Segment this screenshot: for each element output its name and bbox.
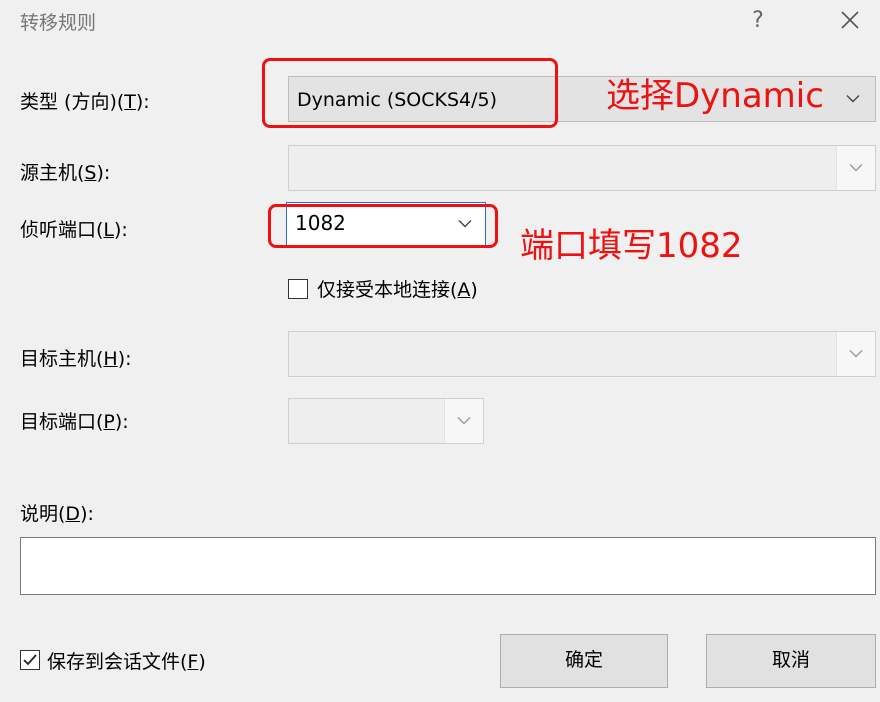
- description-input[interactable]: [20, 537, 876, 595]
- source-host-select[interactable]: [288, 145, 876, 191]
- chevron-down-icon: [849, 350, 863, 358]
- type-accesskey: T: [124, 91, 136, 113]
- description-label-suffix: ):: [80, 503, 94, 525]
- target-port-select[interactable]: [288, 398, 484, 444]
- type-highlight-box: [262, 58, 558, 128]
- type-annotation: 选择Dynamic: [606, 76, 824, 116]
- target-host-label-text: 目标主机(: [20, 348, 104, 370]
- source-host-label-suffix: ):: [96, 162, 111, 184]
- type-dropdown-button[interactable]: [831, 77, 875, 121]
- save-to-session-checkbox[interactable]: [20, 650, 40, 670]
- save-accesskey: F: [187, 651, 199, 673]
- port-annotation: 端口填写1082: [520, 226, 743, 266]
- source-host-label-text: 源主机(: [20, 162, 85, 184]
- chevron-down-icon: [849, 164, 863, 172]
- target-host-label: 目标主机(H):: [20, 344, 132, 371]
- target-port-label-text: 目标端口(: [20, 411, 104, 433]
- save-label-suffix: ): [198, 651, 206, 673]
- source-host-label: 源主机(S):: [20, 158, 110, 185]
- close-icon: [841, 11, 859, 29]
- type-label-suffix: ):: [135, 91, 150, 113]
- target-host-dropdown-button[interactable]: [836, 332, 875, 376]
- checkmark-icon: [23, 654, 37, 666]
- window-title: 转移规则: [20, 12, 97, 34]
- target-port-accesskey: P: [103, 411, 115, 433]
- cancel-button[interactable]: 取消: [706, 634, 876, 688]
- listen-port-label-text: 侦听端口(: [20, 219, 104, 241]
- save-label-text: 保存到会话文件(: [47, 651, 188, 673]
- local-only-label: 仅接受本地连接(A): [317, 275, 478, 302]
- listen-port-label-suffix: ):: [114, 219, 128, 241]
- description-label: 说明(D):: [20, 499, 94, 526]
- chevron-down-icon: [846, 95, 860, 103]
- description-label-text: 说明(: [20, 503, 66, 525]
- local-only-accesskey: A: [457, 279, 471, 301]
- chevron-down-icon: [457, 417, 471, 425]
- listen-port-accesskey: L: [103, 219, 115, 241]
- target-host-accesskey: H: [103, 348, 118, 370]
- save-to-session-label: 保存到会话文件(F): [47, 647, 206, 674]
- local-only-label-suffix: ): [470, 279, 478, 301]
- local-only-label-text: 仅接受本地连接(: [317, 279, 458, 301]
- source-host-dropdown-button[interactable]: [836, 146, 875, 190]
- ok-button[interactable]: 确定: [500, 634, 668, 688]
- target-host-label-suffix: ):: [117, 348, 132, 370]
- description-accesskey: D: [65, 503, 81, 525]
- close-button[interactable]: [832, 5, 868, 37]
- type-label-text: 类型 (方向)(: [20, 91, 125, 113]
- target-host-select[interactable]: [288, 331, 876, 377]
- listen-port-label: 侦听端口(L):: [20, 215, 128, 242]
- source-host-accesskey: S: [84, 162, 97, 184]
- target-port-label: 目标端口(P):: [20, 407, 129, 434]
- help-button[interactable]: ?: [740, 6, 776, 36]
- target-port-dropdown-button[interactable]: [444, 399, 483, 443]
- type-label: 类型 (方向)(T):: [20, 87, 150, 114]
- port-highlight-box: [268, 204, 498, 248]
- local-only-checkbox[interactable]: [288, 279, 308, 299]
- target-port-label-suffix: ):: [114, 411, 129, 433]
